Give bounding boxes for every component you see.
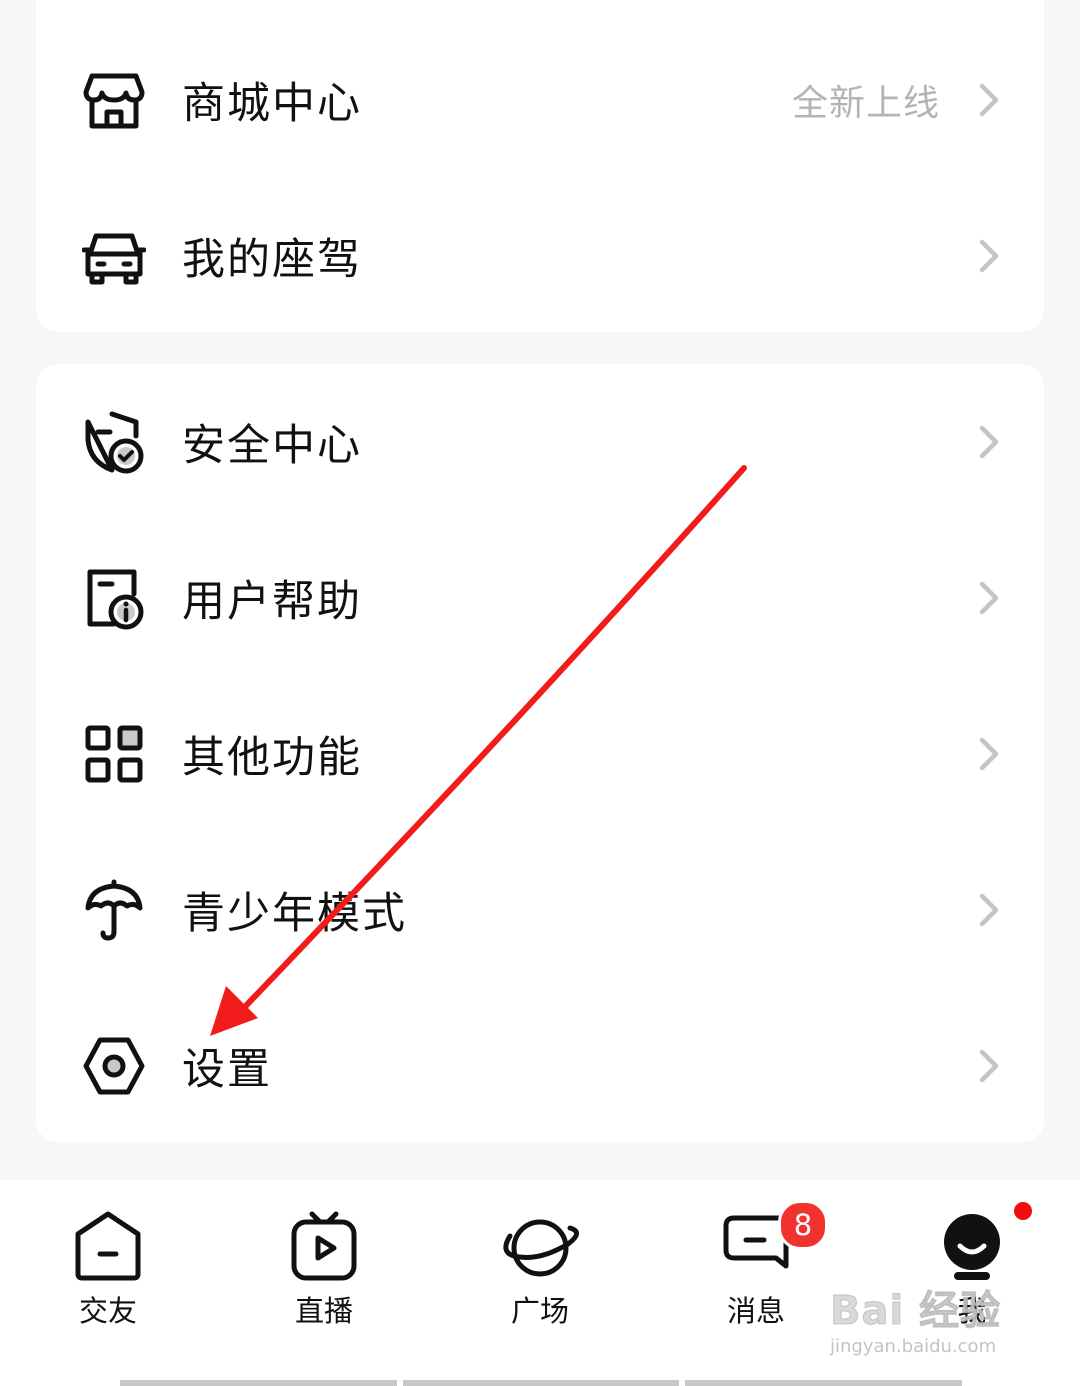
bottom-tab-bar: 交友 直播 广场 8 消息 我	[0, 1180, 1080, 1386]
chevron-right-icon	[976, 1046, 1002, 1086]
tab-square[interactable]: 广场	[432, 1180, 648, 1350]
menu-item-user-help[interactable]: 用户帮助	[36, 520, 1044, 676]
tab-label: 消息	[726, 1294, 785, 1328]
chevron-right-icon	[976, 422, 1002, 462]
menu-item-teen-mode[interactable]: 青少年模式	[36, 832, 1044, 988]
help-doc-icon	[82, 566, 146, 630]
menu-item-mall-center[interactable]: 商城中心 全新上线	[36, 22, 1044, 178]
menu-item-label: 设置	[182, 1045, 272, 1095]
tab-label: 我	[957, 1294, 987, 1328]
chevron-right-icon	[976, 890, 1002, 930]
tab-label: 广场	[510, 1294, 569, 1328]
hex-gear-icon	[82, 1034, 146, 1098]
home-icon	[66, 1210, 150, 1282]
menu-item-my-car[interactable]: 我的座驾	[36, 178, 1044, 334]
unread-count-badge: 8	[778, 1200, 828, 1250]
home-indicator[interactable]	[120, 1380, 963, 1386]
tv-icon	[282, 1210, 366, 1282]
menu-item-label: 其他功能	[182, 733, 362, 783]
tab-live[interactable]: 直播	[216, 1180, 432, 1350]
menu-item-label: 用户帮助	[182, 577, 362, 627]
chevron-right-icon	[976, 578, 1002, 618]
umbrella-icon	[82, 878, 146, 942]
profile-icon	[930, 1210, 1014, 1282]
chevron-right-icon	[976, 734, 1002, 774]
chevron-right-icon	[976, 236, 1002, 276]
menu-item-label: 青少年模式	[182, 889, 407, 939]
menu-item-label: 安全中心	[182, 421, 362, 471]
menu-item-security-center[interactable]: 安全中心	[36, 364, 1044, 520]
new-launch-tag: 全新上线	[791, 83, 940, 124]
menu-item-label: 商城中心	[182, 79, 362, 129]
menu-card-top: 商城中心 全新上线 我的座驾	[36, 0, 1044, 332]
menu-item-label: 我的座驾	[182, 235, 362, 285]
tab-label: 交友	[78, 1294, 137, 1328]
chevron-right-icon	[976, 80, 1002, 120]
notification-dot	[1014, 1202, 1032, 1220]
tab-messages[interactable]: 8 消息	[648, 1180, 864, 1350]
store-icon	[82, 68, 146, 132]
grid-icon	[82, 722, 146, 786]
planet-icon	[498, 1210, 582, 1282]
menu-card-bottom: 安全中心 用户帮助 其他功能 青少年模式 设置	[36, 364, 1044, 1142]
tab-label: 直播	[294, 1294, 353, 1328]
tab-friends[interactable]: 交友	[0, 1180, 216, 1350]
menu-item-settings[interactable]: 设置	[36, 988, 1044, 1144]
menu-item-other-functions[interactable]: 其他功能	[36, 676, 1044, 832]
shield-check-icon	[82, 410, 146, 474]
tab-me[interactable]: 我	[864, 1180, 1080, 1350]
car-icon	[82, 224, 146, 288]
